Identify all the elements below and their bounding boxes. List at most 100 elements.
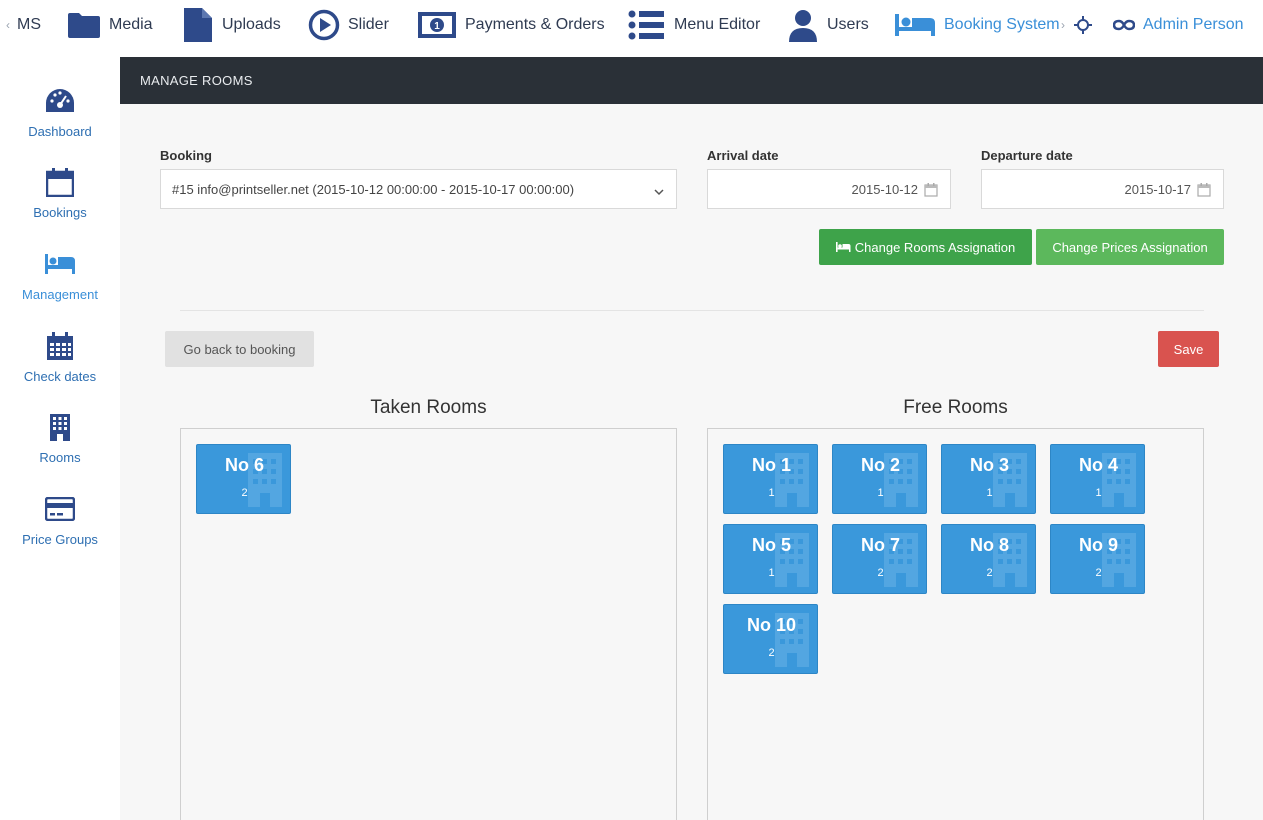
- nav-item-label: Admin Person: [1143, 16, 1244, 33]
- booking-select[interactable]: #15 info@printseller.net (2015-10-12 00:…: [160, 169, 677, 209]
- nav-item-label: Payments & Orders: [465, 16, 605, 33]
- room-beds: 1: [768, 487, 775, 499]
- room-beds: 2: [1095, 567, 1102, 579]
- room-tile[interactable]: No 3 1: [941, 444, 1036, 514]
- sidebar-item-check-dates[interactable]: Check dates: [0, 329, 120, 401]
- sidebar-item-label: Check dates: [23, 369, 97, 384]
- folder-icon: [67, 11, 101, 39]
- crosshair-icon[interactable]: [1074, 0, 1092, 50]
- room-name: No 2: [860, 455, 900, 475]
- calendar-icon[interactable]: [924, 182, 938, 200]
- taken-rooms-title: Taken Rooms: [370, 397, 487, 418]
- room-beds: 2: [768, 647, 775, 659]
- user-icon: [787, 8, 819, 42]
- room-tile[interactable]: No 8 2: [941, 524, 1036, 594]
- building-icon: [49, 410, 71, 444]
- dashboard-icon: [45, 84, 75, 118]
- top-navigation: ‹ MS Media Uploads Slider 1 Payments & O…: [0, 0, 1263, 57]
- nav-item-uploads[interactable]: Uploads: [182, 0, 281, 50]
- sidebar-item-rooms[interactable]: Rooms: [0, 410, 120, 482]
- change-prices-assignation-button[interactable]: Change Prices Assignation: [1036, 229, 1224, 265]
- room-beds: 2: [986, 567, 993, 579]
- sidebar-item-management[interactable]: Management: [0, 247, 120, 319]
- room-beds: 1: [877, 487, 884, 499]
- booking-label: Booking: [160, 148, 212, 163]
- departure-date-label: Departure date: [981, 148, 1073, 163]
- sidebar-item-dashboard[interactable]: Dashboard: [0, 84, 120, 156]
- nav-item-label: Booking System: [944, 16, 1060, 33]
- room-name: No 7: [860, 535, 900, 555]
- sidebar-item-bookings[interactable]: Bookings: [0, 165, 120, 237]
- chevron-down-icon: [654, 184, 664, 199]
- room-name: No 5: [751, 535, 791, 555]
- room-tile[interactable]: No 10 2: [723, 604, 818, 674]
- room-name: No 6: [224, 455, 264, 475]
- free-rooms-panel: No 1 1 No 2 1 No 3 1 No 4 1 No 5 1 No 7 2 No 8 2 No 9 2…: [707, 428, 1204, 820]
- room-tile[interactable]: No 4 1: [1050, 444, 1145, 514]
- room-name: No 10: [746, 615, 797, 635]
- room-tile[interactable]: No 5 1: [723, 524, 818, 594]
- nav-item-cms[interactable]: MS: [17, 0, 41, 50]
- nav-item-label: Users: [827, 16, 869, 33]
- section-divider: [180, 310, 1204, 311]
- nav-item-slider[interactable]: Slider: [308, 0, 389, 50]
- nav-item-menu-editor[interactable]: Menu Editor: [628, 0, 760, 50]
- departure-date-value: 2015-10-17: [1124, 181, 1192, 197]
- nav-scroll-right[interactable]: ›: [1061, 0, 1065, 50]
- page-title: MANAGE ROOMS: [140, 73, 253, 88]
- room-beds: 1: [768, 567, 775, 579]
- departure-date-input[interactable]: 2015-10-17: [981, 169, 1224, 209]
- room-name: No 3: [969, 455, 1009, 475]
- sidebar-item-price-groups[interactable]: Price Groups: [0, 492, 120, 564]
- change-prices-label: Change Prices Assignation: [1052, 239, 1208, 255]
- bed-icon: [44, 247, 76, 281]
- credit-card-icon: [45, 492, 75, 526]
- nav-item-admin-person[interactable]: Admin Person: [1113, 0, 1244, 50]
- sidebar-item-label: Management: [22, 287, 98, 302]
- room-name: No 9: [1078, 535, 1118, 555]
- play-circle-icon: [308, 9, 340, 41]
- room-tile[interactable]: No 2 1: [832, 444, 927, 514]
- save-button[interactable]: Save: [1158, 331, 1219, 367]
- sidebar-item-label: Price Groups: [22, 532, 98, 547]
- room-tile[interactable]: No 7 2: [832, 524, 927, 594]
- list-icon: [628, 9, 666, 41]
- file-icon: [182, 6, 214, 44]
- free-rooms-title: Free Rooms: [903, 397, 1008, 418]
- sidebar-item-label: Bookings: [33, 205, 87, 220]
- infinity-icon: [1113, 19, 1135, 31]
- room-name: No 4: [1078, 455, 1118, 475]
- money-icon: 1: [417, 11, 457, 39]
- calendar-icon: [46, 165, 74, 199]
- nav-item-users[interactable]: Users: [787, 0, 869, 50]
- room-tile[interactable]: No 1 1: [723, 444, 818, 514]
- svg-text:1: 1: [434, 21, 440, 32]
- room-tile[interactable]: No 9 2: [1050, 524, 1145, 594]
- room-name: No 1: [751, 455, 791, 475]
- nav-item-payments-orders[interactable]: 1 Payments & Orders: [417, 0, 605, 50]
- nav-item-media[interactable]: Media: [67, 0, 153, 50]
- bed-icon: [835, 242, 851, 252]
- sidebar-item-label: Dashboard: [28, 124, 92, 139]
- calendar-icon[interactable]: [1197, 182, 1211, 200]
- nav-item-label: MS: [17, 16, 41, 33]
- taken-rooms-panel: No 6 2: [180, 428, 677, 820]
- room-beds: 2: [241, 487, 248, 499]
- page-header: MANAGE ROOMS: [120, 57, 1263, 104]
- go-back-to-booking-button[interactable]: Go back to booking: [165, 331, 314, 367]
- nav-scroll-left[interactable]: ‹: [6, 0, 10, 50]
- sidebar-item-label: Rooms: [39, 450, 81, 465]
- nav-item-booking-system[interactable]: Booking System: [894, 0, 1060, 50]
- go-back-label: Go back to booking: [183, 341, 296, 357]
- room-tile[interactable]: No 6 2: [196, 444, 291, 514]
- room-name: No 8: [969, 535, 1009, 555]
- change-rooms-assignation-button[interactable]: Change Rooms Assignation: [819, 229, 1032, 265]
- arrival-date-label: Arrival date: [707, 148, 779, 163]
- nav-item-label: Media: [109, 16, 153, 33]
- change-rooms-label: Change Rooms Assignation: [854, 239, 1016, 255]
- nav-item-label: Slider: [348, 16, 389, 33]
- room-beds: 1: [1095, 487, 1102, 499]
- booking-select-value: #15 info@printseller.net (2015-10-12 00:…: [172, 181, 575, 197]
- arrival-date-input[interactable]: 2015-10-12: [707, 169, 951, 209]
- nav-item-label: Menu Editor: [674, 16, 761, 33]
